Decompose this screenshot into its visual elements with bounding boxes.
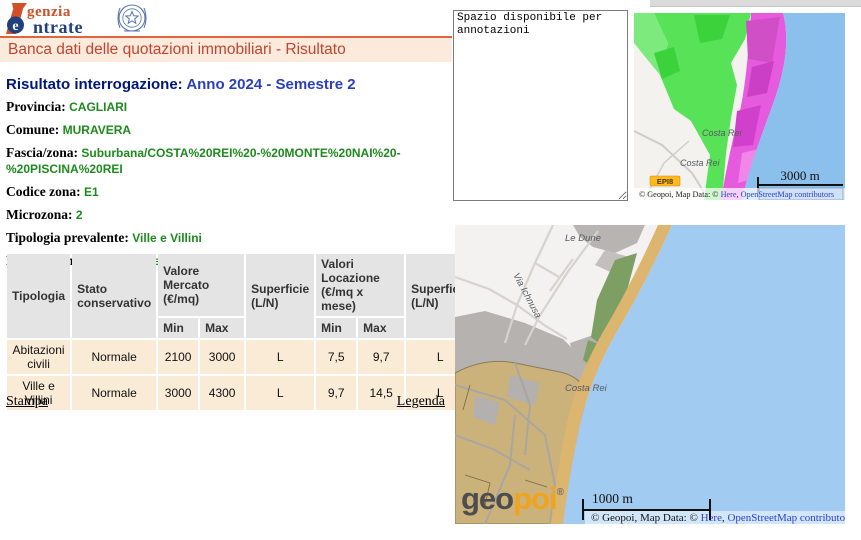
geopoi-logo-poi: poi bbox=[513, 481, 557, 516]
field-value: E1 bbox=[84, 185, 99, 199]
col-header-min-2: Min bbox=[316, 318, 356, 338]
geopoi-logo: geopoi® bbox=[461, 481, 565, 516]
result-heading: Risultato interrogazione: Anno 2024 - Se… bbox=[6, 77, 452, 92]
here-link[interactable]: Here bbox=[721, 190, 737, 199]
detail-map[interactable]: Le Dune Via Ichnusa Costa Rei geopoi® © … bbox=[455, 225, 845, 524]
cell-locazione-min: 7,5 bbox=[316, 340, 356, 374]
svg-text:ntrate: ntrate bbox=[33, 17, 83, 37]
col-header-max-1: Max bbox=[200, 318, 244, 338]
page-title-bar: Banca dati delle quotazioni immobiliari … bbox=[0, 36, 452, 62]
footer-links: Stampa Legenda bbox=[0, 394, 452, 410]
attribution-text: © Geopoi, Map Data: © bbox=[639, 190, 721, 199]
top-edge-strip bbox=[650, 0, 861, 7]
map-label-costa-rei: Costa Rei bbox=[680, 158, 721, 168]
svg-text:EPI8: EPI8 bbox=[657, 177, 673, 186]
result-heading-value: Anno 2024 - Semestre 2 bbox=[186, 76, 355, 93]
col-header-stato-conservativo: Stato conservativo bbox=[72, 254, 156, 338]
result-heading-label: Risultato interrogazione: bbox=[6, 76, 183, 93]
map-attribution: © Geopoi, Map Data: © Here, OpenStreetMa… bbox=[585, 511, 845, 524]
col-header-tipologia: Tipologia bbox=[7, 254, 70, 338]
cell-stato: Normale bbox=[72, 340, 156, 374]
col-header-valore-mercato: Valore Mercato (€/mq) bbox=[158, 254, 244, 316]
result-info: Risultato interrogazione: Anno 2024 - Se… bbox=[6, 77, 452, 276]
col-header-valori-locazione: Valori Locazione (€/mq x mese) bbox=[316, 254, 404, 316]
cell-mercato-max: 3000 bbox=[200, 340, 244, 374]
field-label: Comune: bbox=[6, 122, 59, 137]
agenzia-entrate-mark-icon: e genzia ntrate bbox=[6, 3, 83, 37]
svg-text:geopoi®: geopoi® bbox=[461, 481, 565, 516]
here-link[interactable]: Here bbox=[701, 512, 722, 524]
overview-map[interactable]: Costa Rei Costa Rei EPI8 3000 m © Geopoi… bbox=[634, 13, 845, 200]
field-comune: Comune: MURAVERA bbox=[6, 122, 452, 138]
field-label: Microzona: bbox=[6, 207, 72, 222]
page-title: Banca dati delle quotazioni immobiliari … bbox=[8, 41, 346, 58]
legenda-link[interactable]: Legenda bbox=[397, 394, 445, 410]
stampa-link[interactable]: Stampa bbox=[6, 394, 48, 410]
republic-emblem-icon bbox=[118, 5, 146, 31]
cell-tipologia: Abitazioni civili bbox=[7, 340, 70, 374]
field-label: Provincia: bbox=[6, 99, 66, 114]
attribution-text: © Geopoi, Map Data: © bbox=[591, 512, 701, 524]
field-provincia: Provincia: CAGLIARI bbox=[6, 99, 452, 115]
map-label-costa-rei: Costa Rei bbox=[565, 383, 608, 394]
field-label: Tipologia prevalente: bbox=[6, 230, 129, 245]
annotations-textarea[interactable]: Spazio disponibile per annotazioni bbox=[453, 10, 628, 201]
field-value: MURAVERA bbox=[63, 123, 131, 137]
field-microzona: Microzona: 2 bbox=[6, 207, 452, 223]
field-value: Ville e Villini bbox=[132, 231, 202, 245]
field-label: Fascia/zona: bbox=[6, 145, 78, 160]
col-header-min-1: Min bbox=[158, 318, 198, 338]
scale-label: 1000 m bbox=[592, 491, 633, 506]
scale-label: 3000 m bbox=[780, 168, 819, 183]
svg-text:© Geopoi, Map Data: © Here, Op: © Geopoi, Map Data: © Here, OpenStreetMa… bbox=[639, 190, 834, 199]
table-row: Abitazioni civili Normale 2100 3000 L 7,… bbox=[7, 340, 474, 374]
geopoi-logo-geo: geo bbox=[461, 481, 513, 516]
field-codice-zona: Codice zona: E1 bbox=[6, 184, 452, 200]
quotations-table: Tipologia Stato conservativo Valore Merc… bbox=[5, 252, 476, 412]
cell-locazione-max: 9,7 bbox=[358, 340, 404, 374]
map-attribution: © Geopoi, Map Data: © Here, OpenStreetMa… bbox=[634, 188, 845, 200]
field-value: 2 bbox=[76, 208, 83, 222]
agenzia-entrate-logo: e genzia ntrate bbox=[4, 1, 164, 37]
svg-text:e: e bbox=[12, 19, 18, 34]
cell-superficie-1: L bbox=[246, 340, 314, 374]
svg-text:© Geopoi, Map Data: © Here, Op: © Geopoi, Map Data: © Here, OpenStreetMa… bbox=[591, 512, 845, 524]
field-label: Codice zona: bbox=[6, 184, 81, 199]
col-header-superficie-1: Superficie (L/N) bbox=[246, 254, 314, 338]
osm-link[interactable]: OpenStreetMap contributors bbox=[727, 512, 845, 524]
zone-badge: EPI8 bbox=[650, 176, 680, 186]
map-label-costa-rei: Costa Rei bbox=[702, 128, 743, 138]
field-fascia-zona: Fascia/zona: Suburbana/COSTA%20REI%20-%2… bbox=[6, 145, 452, 177]
field-tipologia-prevalente: Tipologia prevalente: Ville e Villini bbox=[6, 230, 452, 246]
col-header-max-2: Max bbox=[358, 318, 404, 338]
field-value: CAGLIARI bbox=[69, 100, 127, 114]
osm-link[interactable]: OpenStreetMap contributors bbox=[741, 190, 834, 199]
map-label-le-dune: Le Dune bbox=[565, 233, 601, 244]
cell-mercato-min: 2100 bbox=[158, 340, 198, 374]
